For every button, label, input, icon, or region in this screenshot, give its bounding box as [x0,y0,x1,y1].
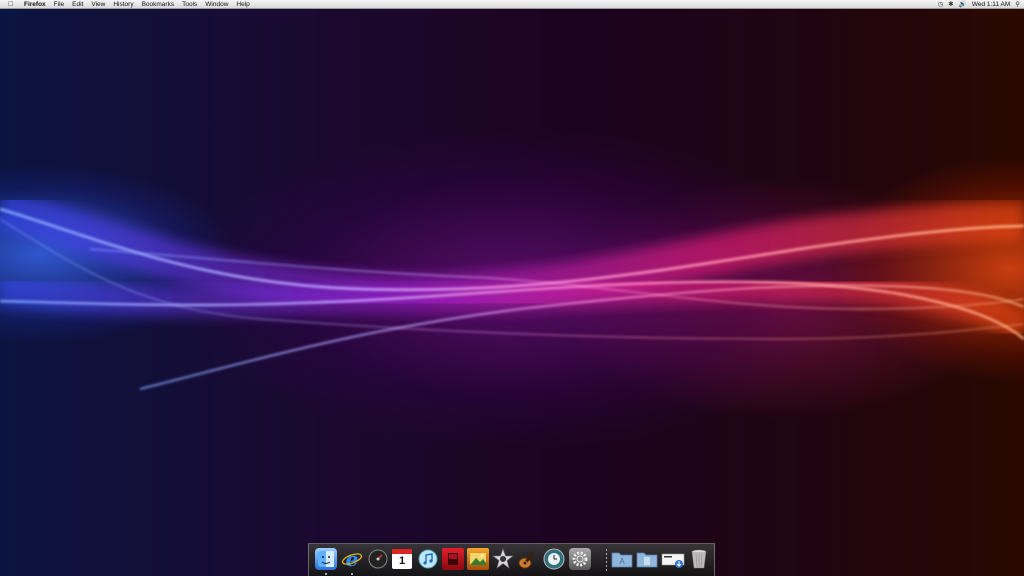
itunes-icon[interactable] [417,548,439,570]
menu-bar:  Firefox File Edit View History Bookmar… [0,0,1024,9]
menu-history[interactable]: History [109,0,137,9]
menu-view[interactable]: View [87,0,109,9]
status-area: ◷ ✱ 🔊 Wed 1:11 AM ⚲ [938,0,1020,9]
menu-file[interactable]: File [50,0,68,9]
volume-icon[interactable]: 🔊 [959,0,967,9]
running-indicator [325,573,327,575]
svg-text:e: e [346,548,359,570]
menu-list: Firefox File Edit View History Bookmarks… [20,0,254,9]
spotlight-icon[interactable]: ⚲ [1015,0,1020,9]
menu-window[interactable]: Window [201,0,232,9]
time-machine-icon[interactable] [543,548,565,570]
imovie-icon[interactable] [492,548,514,570]
menu-clock[interactable]: Wed 1:11 AM [972,0,1010,9]
time-machine-icon[interactable]: ◷ [938,0,944,9]
trash-icon[interactable] [688,548,710,570]
dock-separator [606,549,607,573]
iphoto-icon[interactable] [467,548,489,570]
menu-firefox[interactable]: Firefox [20,0,50,9]
menu-bookmarks[interactable]: Bookmarks [138,0,179,9]
apple-icon[interactable]:  [8,0,13,9]
downloads-stack-icon[interactable] [661,548,685,570]
dashboard-icon[interactable] [367,548,389,570]
garageband-icon[interactable] [517,548,539,570]
menu-tools[interactable]: Tools [178,0,201,9]
running-indicator [351,573,353,575]
bluetooth-icon[interactable]: ✱ [948,0,953,9]
system-preferences-icon[interactable] [569,548,591,570]
menu-help[interactable]: Help [232,0,253,9]
dock: e 1 A [308,543,715,576]
documents-folder-icon[interactable] [636,548,658,570]
ical-icon[interactable]: 1 [392,549,412,569]
finder-icon[interactable] [315,548,337,570]
desktop-wallpaper [0,9,1024,576]
svg-text:A: A [619,557,625,566]
applications-folder-icon[interactable]: A [611,548,633,570]
internet-explorer-icon[interactable]: e [341,548,363,570]
menu-edit[interactable]: Edit [68,0,87,9]
photo-booth-icon[interactable] [442,548,464,570]
wallpaper-light-waves [0,189,1024,390]
